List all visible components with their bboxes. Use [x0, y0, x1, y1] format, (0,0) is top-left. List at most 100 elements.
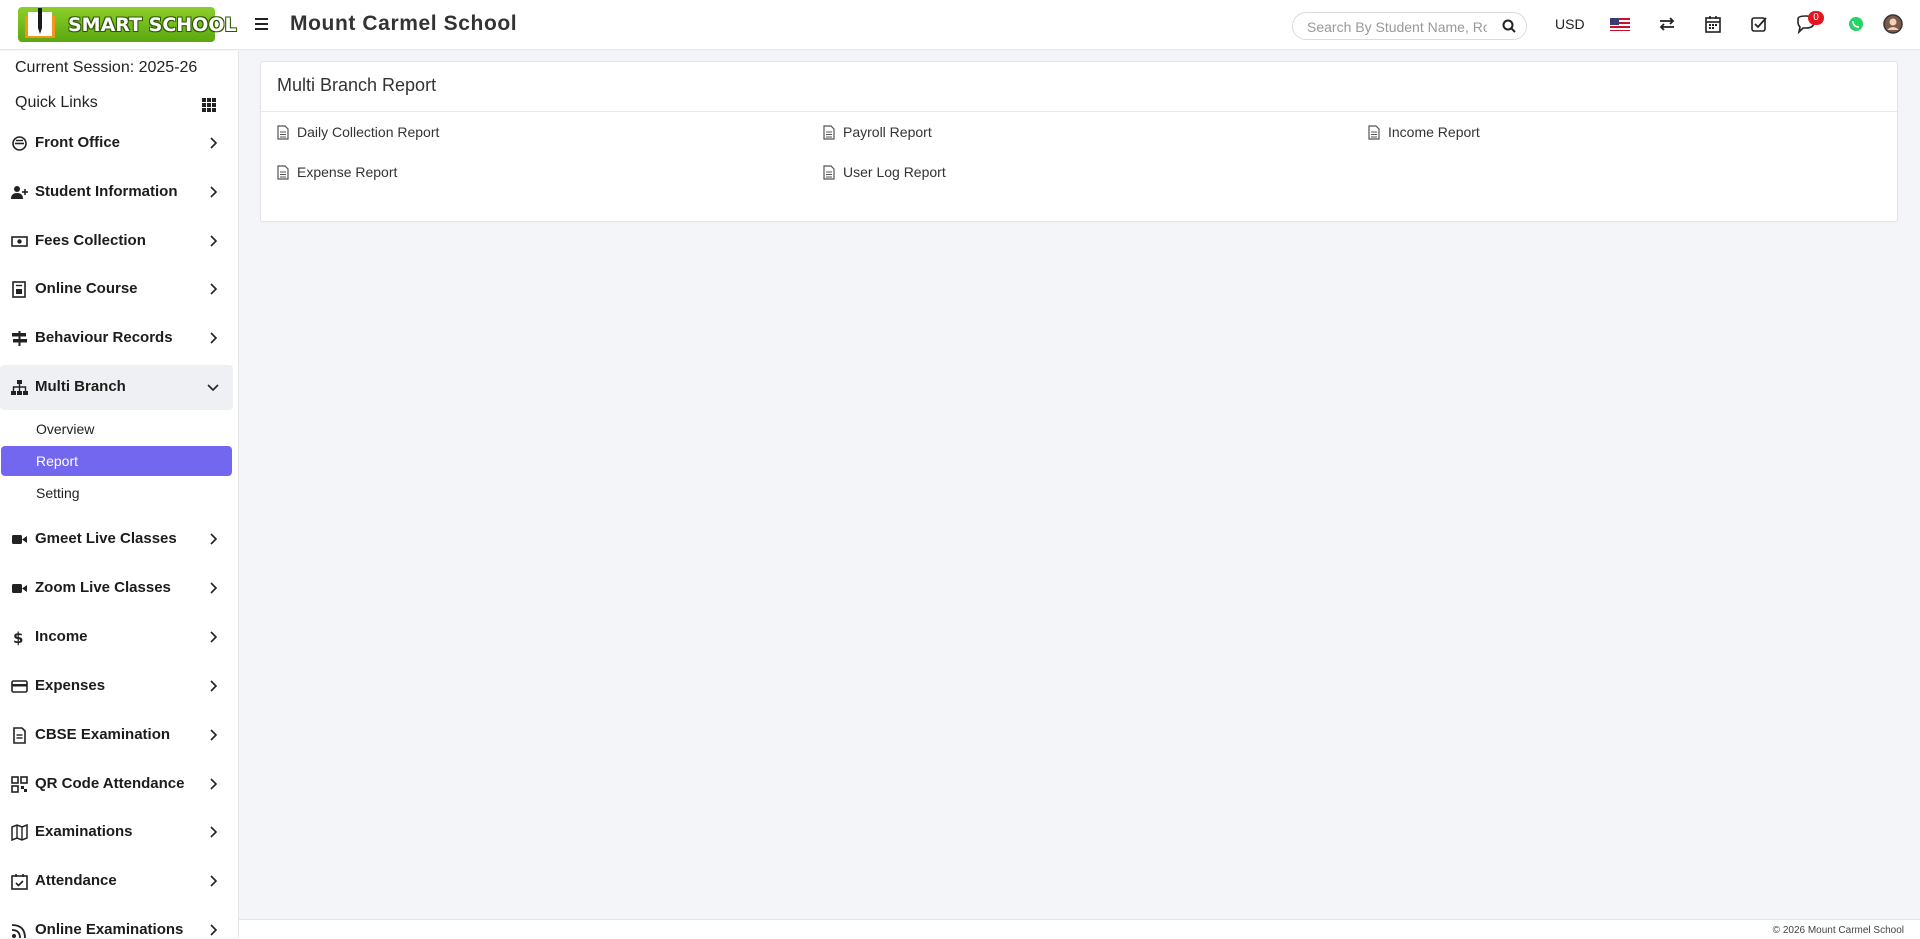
student-search [1292, 12, 1527, 40]
sidebar-item-label: Zoom Live Classes [35, 579, 171, 596]
sub-item-report[interactable]: Report [1, 446, 232, 476]
sidebar-item-behaviour-records[interactable]: Behaviour Records [0, 316, 233, 361]
document-icon [277, 165, 289, 180]
sidebar-item-label: QR Code Attendance [35, 775, 185, 792]
credit-card-icon [11, 680, 28, 693]
quick-links-label[interactable]: Quick Links [15, 94, 98, 112]
calendar-check-icon [11, 874, 28, 890]
sidebar-item-label: CBSE Examination [35, 726, 171, 743]
report-link-label: Payroll Report [843, 124, 932, 140]
chevron-right-icon [210, 680, 218, 692]
sidebar-item-label: Online Examinations [35, 921, 184, 938]
sub-item-label: Setting [36, 485, 80, 501]
grid-icon[interactable] [201, 97, 217, 113]
sidebar-item-fees-collection[interactable]: Fees Collection [0, 219, 233, 264]
svg-text:$: $ [13, 629, 23, 646]
money-icon [11, 236, 28, 247]
chevron-down-icon [207, 384, 219, 392]
document-icon [1368, 125, 1380, 140]
document-icon [823, 165, 835, 180]
sidebar-item-examinations[interactable]: Examinations [0, 810, 233, 855]
document-icon [823, 125, 835, 140]
menu-icon[interactable] [250, 13, 272, 35]
sidebar-item-label: Student Information [35, 183, 178, 200]
qr-code-icon [11, 776, 28, 793]
multi-branch-report-panel: Multi Branch Report Daily Collection Rep… [260, 61, 1898, 222]
search-icon[interactable] [1502, 19, 1516, 33]
current-session[interactable]: Current Session: 2025-26 [15, 59, 197, 77]
document-icon [277, 125, 289, 140]
chevron-right-icon [210, 826, 218, 838]
video-icon [12, 535, 27, 544]
front-office-icon [12, 136, 27, 151]
switch-icon[interactable] [1656, 13, 1678, 35]
rss-icon [11, 924, 26, 938]
search-input[interactable] [1305, 18, 1489, 36]
sidebar-item-cbse-examination[interactable]: CBSE Examination [0, 713, 233, 758]
user-avatar-icon[interactable] [1882, 13, 1904, 35]
school-name: Mount Carmel School [290, 12, 518, 35]
sub-item-overview[interactable]: Overview [1, 414, 232, 444]
sidebar-item-label: Examinations [35, 823, 133, 840]
top-bar: SMART SCHOOL Mount Carmel School USD [0, 0, 1920, 50]
sidebar-item-gmeet-live-classes[interactable]: Gmeet Live Classes [0, 517, 233, 562]
us-flag-icon[interactable] [1609, 13, 1631, 35]
chevron-right-icon [210, 875, 218, 887]
sidebar-item-label: Expenses [35, 677, 106, 694]
report-link-label: Daily Collection Report [297, 124, 440, 140]
sidebar-item-income[interactable]: $ Income [0, 615, 233, 660]
sub-item-label: Report [36, 453, 79, 469]
chevron-right-icon [210, 235, 218, 247]
whatsapp-icon[interactable] [1845, 13, 1867, 35]
report-link-label: Expense Report [297, 164, 398, 180]
copyright-text: © 2026 Mount Carmel School [1772, 925, 1904, 936]
sidebar-item-label: Multi Branch [35, 378, 126, 395]
footer: © 2026 Mount Carmel School [239, 919, 1920, 939]
sidebar-item-zoom-live-classes[interactable]: Zoom Live Classes [0, 566, 233, 611]
document-icon [13, 727, 26, 744]
sub-item-setting[interactable]: Setting [1, 478, 232, 508]
divider [261, 111, 1897, 112]
sidebar-item-label: Front Office [35, 134, 120, 151]
course-icon [12, 281, 26, 298]
sidebar-item-attendance[interactable]: Attendance [0, 859, 233, 904]
dollar-icon: $ [13, 629, 23, 646]
chevron-right-icon [210, 729, 218, 741]
sub-item-label: Overview [36, 421, 95, 437]
sidebar-item-label: Attendance [35, 872, 117, 889]
panel-title: Multi Branch Report [277, 75, 437, 95]
logo[interactable]: SMART SCHOOL [18, 7, 237, 42]
user-plus-icon [11, 186, 28, 199]
signpost-icon [12, 331, 27, 346]
map-icon [11, 824, 28, 841]
chevron-right-icon [210, 283, 218, 295]
sidebar-item-label: Online Course [35, 280, 138, 297]
sidebar-item-front-office[interactable]: Front Office [0, 121, 233, 166]
logo-wordmark: SMART SCHOOL [68, 14, 237, 36]
chevron-right-icon [210, 186, 218, 198]
chevron-right-icon [210, 778, 218, 790]
currency-selector[interactable]: USD [1555, 16, 1585, 32]
sidebar: Current Session: 2025-26 Quick Links Fro… [0, 51, 239, 938]
chevron-right-icon [210, 582, 218, 594]
sidebar-item-label: Income [35, 628, 88, 645]
report-link-label: Income Report [1388, 124, 1480, 140]
sitemap-icon [11, 380, 28, 395]
sidebar-item-online-course[interactable]: Online Course [0, 267, 233, 312]
sidebar-item-multi-branch[interactable]: Multi Branch [0, 365, 233, 410]
calendar-icon[interactable] [1702, 13, 1724, 35]
chevron-right-icon [210, 533, 218, 545]
sidebar-item-qr-code-attendance[interactable]: QR Code Attendance [0, 762, 233, 807]
chevron-right-icon [210, 332, 218, 344]
chat-badge: 0 [1808, 11, 1824, 25]
sidebar-item-expenses[interactable]: Expenses [0, 664, 233, 709]
book-logo-icon [25, 8, 55, 38]
task-check-icon[interactable] [1748, 13, 1770, 35]
sidebar-item-label: Behaviour Records [35, 329, 173, 346]
report-link-label: User Log Report [843, 164, 946, 180]
sidebar-item-online-examinations[interactable]: Online Examinations [0, 908, 233, 938]
sidebar-item-label: Gmeet Live Classes [35, 530, 177, 547]
chevron-right-icon [210, 924, 218, 936]
video-icon [12, 584, 27, 593]
sidebar-item-student-information[interactable]: Student Information [0, 170, 233, 215]
